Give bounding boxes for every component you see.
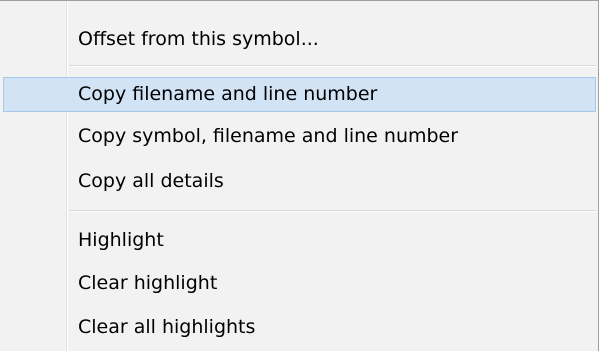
menu-separator <box>70 210 596 212</box>
menu-separator <box>70 65 596 67</box>
menu-item-copy-symbol-filename-line[interactable]: Copy symbol, filename and line number <box>3 119 596 154</box>
menu-item-offset-from-symbol[interactable]: Offset from this symbol... <box>3 22 596 57</box>
menu-item-highlight[interactable]: Highlight <box>3 223 596 258</box>
context-menu: Offset from this symbol... Copy filename… <box>0 0 599 352</box>
menu-item-copy-all-details[interactable]: Copy all details <box>3 164 596 199</box>
menu-item-copy-filename-line[interactable]: Copy filename and line number <box>3 77 596 112</box>
menu-item-clear-all-highlights[interactable]: Clear all highlights <box>3 310 596 345</box>
menu-item-clear-highlight[interactable]: Clear highlight <box>3 266 596 301</box>
